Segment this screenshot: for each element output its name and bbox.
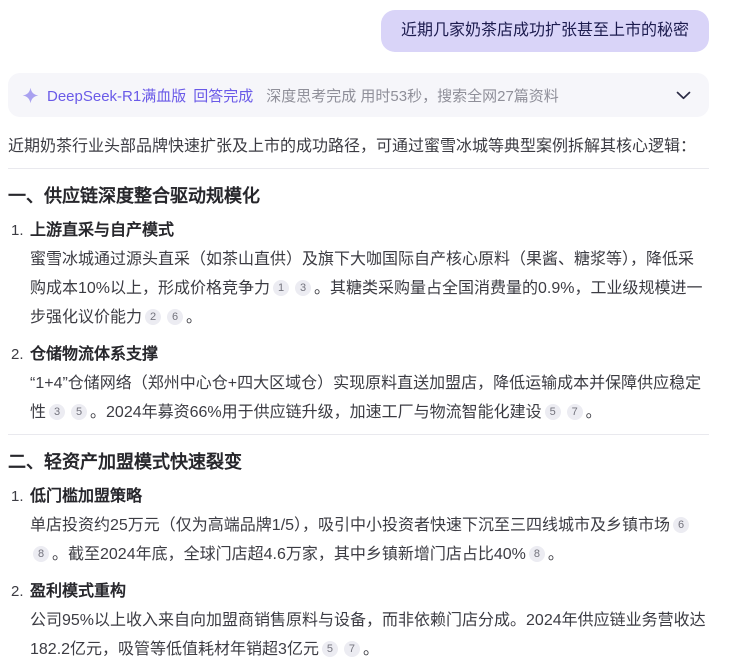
list-item-title: 仓储物流体系支撑 (30, 346, 158, 363)
citation-badge[interactable]: 3 (49, 404, 65, 420)
citation-badge[interactable]: 7 (344, 641, 360, 657)
section-heading: 二、轻资产加盟模式快速裂变 (8, 451, 709, 474)
citation-badge[interactable]: 5 (322, 641, 338, 657)
body-text: 。 (548, 546, 564, 563)
model-status-bar[interactable]: DeepSeek-R1满血版 回答完成 深度思考完成 用时53秒，搜索全网27篇… (8, 73, 709, 117)
model-name: DeepSeek-R1满血版 (47, 85, 186, 106)
body-text: 。 (586, 404, 602, 421)
answer-status: 回答完成 (193, 85, 253, 106)
list-item: 2.盈利模式重构公司95%以上收入来自向加盟商销售原料与设备，而非依赖门店分成。… (8, 581, 709, 660)
section-heading: 一、供应链深度整合驱动规模化 (8, 185, 709, 208)
sparkle-icon (22, 87, 39, 104)
list-item-title: 低门槛加盟策略 (30, 488, 142, 505)
list-item-number: 1. (11, 220, 24, 242)
list-item: 1.低门槛加盟策略单店投资约25万元（仅为高端品牌1/5），吸引中小投资者快速下… (8, 486, 709, 569)
body-text: 。截至2024年底，全球门店超4.6万家，其中乡镇新增门店占比40% (52, 546, 526, 563)
citation-badge[interactable]: 3 (295, 280, 311, 296)
section-divider (8, 434, 709, 435)
list-item-number: 2. (11, 581, 24, 603)
section-list: 1.上游直采与自产模式蜜雪冰城通过源头直采（如茶山直供）及旗下大咖国际自产核心原… (8, 220, 709, 427)
section-list: 1.低门槛加盟策略单店投资约25万元（仅为高端品牌1/5），吸引中小投资者快速下… (8, 486, 709, 660)
list-item-title: 盈利模式重构 (30, 583, 126, 600)
list-item-body: 单店投资约25万元（仅为高端品牌1/5），吸引中小投资者快速下沉至三四线城市及乡… (30, 511, 709, 569)
body-text: 。 (363, 641, 379, 658)
answer-sections: 一、供应链深度整合驱动规模化1.上游直采与自产模式蜜雪冰城通过源头直采（如茶山直… (8, 168, 709, 660)
citation-badge[interactable]: 5 (545, 404, 561, 420)
answer-intro: 近期奶茶行业头部品牌快速扩张及上市的成功路径，可通过蜜雪冰城等典型案例拆解其核心… (8, 133, 709, 161)
list-item-body: 公司95%以上收入来自向加盟商销售原料与设备，而非依赖门店分成。2024年供应链… (30, 606, 709, 660)
chevron-down-icon[interactable] (676, 91, 691, 100)
list-item-title: 上游直采与自产模式 (30, 222, 174, 239)
chat-page: 近期几家奶茶店成功扩张甚至上市的秘密 DeepSeek-R1满血版 回答完成 深… (0, 0, 737, 660)
citation-badge[interactable]: 7 (567, 404, 583, 420)
section-divider (8, 168, 709, 169)
list-item-head: 1.低门槛加盟策略 (30, 486, 709, 508)
list-item-head: 2.盈利模式重构 (30, 581, 709, 603)
citation-badge[interactable]: 1 (273, 280, 289, 296)
list-item-number: 2. (11, 344, 24, 366)
list-item-head: 1.上游直采与自产模式 (30, 220, 709, 242)
user-message-bubble: 近期几家奶茶店成功扩张甚至上市的秘密 (381, 10, 709, 52)
user-message-row: 近期几家奶茶店成功扩张甚至上市的秘密 (8, 10, 709, 52)
body-text: 。 (186, 309, 202, 326)
list-item-body: 蜜雪冰城通过源头直采（如茶山直供）及旗下大咖国际自产核心原料（果酱、糖浆等），降… (30, 245, 709, 332)
list-item-body: “1+4”仓储网络（郑州中心仓+四大区域仓）实现原料直送加盟店，降低运输成本并保… (30, 369, 709, 427)
citation-badge[interactable]: 5 (71, 404, 87, 420)
list-item-head: 2.仓储物流体系支撑 (30, 344, 709, 366)
body-text: 单店投资约25万元（仅为高端品牌1/5），吸引中小投资者快速下沉至三四线城市及乡… (30, 517, 670, 534)
citation-badge[interactable]: 6 (673, 517, 689, 533)
citation-badge[interactable]: 2 (145, 309, 161, 325)
list-item: 1.上游直采与自产模式蜜雪冰城通过源头直采（如茶山直供）及旗下大咖国际自产核心原… (8, 220, 709, 332)
list-item: 2.仓储物流体系支撑“1+4”仓储网络（郑州中心仓+四大区域仓）实现原料直送加盟… (8, 344, 709, 427)
citation-badge[interactable]: 8 (529, 546, 545, 562)
list-item-number: 1. (11, 486, 24, 508)
citation-badge[interactable]: 8 (33, 546, 49, 562)
body-text: 。2024年募资66%用于供应链升级，加速工厂与物流智能化建设 (90, 404, 542, 421)
citation-badge[interactable]: 6 (167, 309, 183, 325)
status-detail: 深度思考完成 用时53秒，搜索全网27篇资料 (266, 85, 559, 106)
